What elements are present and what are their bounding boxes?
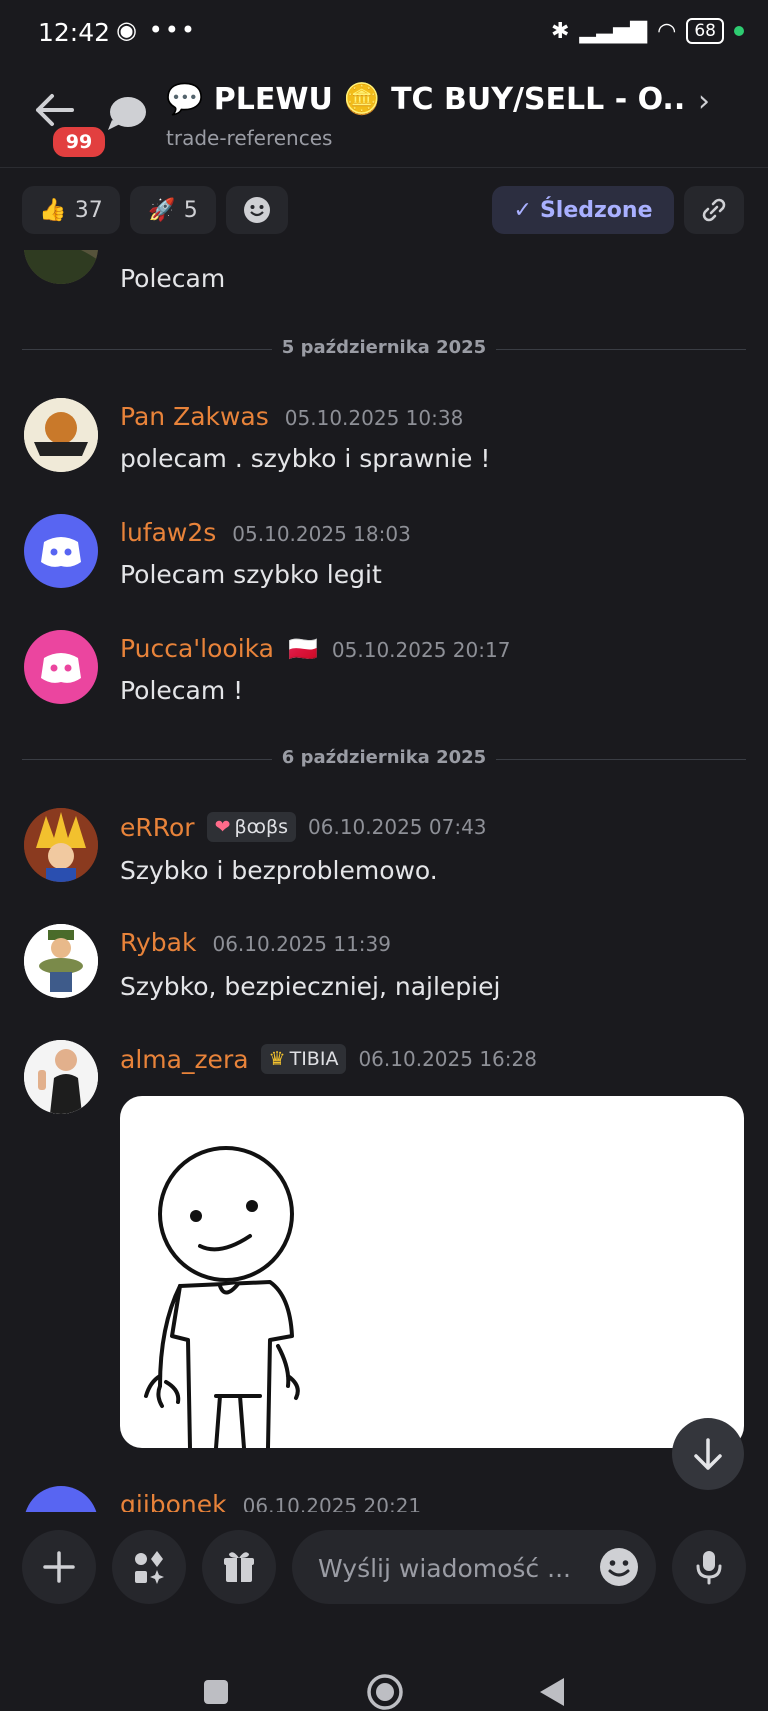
apps-button[interactable] (112, 1530, 186, 1604)
microphone-icon (696, 1551, 722, 1585)
date-separator: 6 października 2025 (0, 747, 768, 768)
arrow-down-icon (694, 1438, 722, 1470)
username[interactable]: Pan Zakwas (120, 402, 269, 431)
gift-icon (224, 1552, 254, 1582)
crown-icon: ♛ (268, 1048, 286, 1070)
channel-subtitle: trade-references (166, 126, 333, 150)
avatar[interactable] (24, 808, 98, 882)
message-header: gjibonek 06.10.2025 20:21 (120, 1490, 421, 1512)
date-separator-label: 6 października 2025 (271, 747, 497, 768)
username[interactable]: Rybak (120, 928, 196, 957)
avatar[interactable] (24, 514, 98, 588)
avatar[interactable] (24, 924, 98, 998)
avatar[interactable] (24, 398, 98, 472)
timestamp: 06.10.2025 16:28 (358, 1047, 537, 1071)
discord-logo-icon (41, 537, 81, 567)
heart-icon: ❤ (214, 816, 231, 838)
message-input[interactable] (316, 1548, 590, 1588)
server-tag-label: TIBIA (289, 1048, 339, 1070)
home-icon[interactable] (366, 1673, 404, 1711)
reaction-emoji: 👍 (39, 197, 67, 223)
message-text: polecam . szybko i sprawnie ! (120, 444, 491, 473)
voice-message-button[interactable] (672, 1530, 746, 1604)
server-tag-label: βꝏβs (234, 816, 289, 838)
date-separator: 5 października 2025 (0, 337, 768, 358)
status-right: ✱ ▂▃▅▇ ◠ 68 (551, 18, 744, 44)
thread-bubble-icon (108, 97, 146, 130)
wifi-icon: ◠ (657, 18, 677, 44)
status-time: 12:42 (38, 18, 111, 47)
message-text: Szybko, bezpieczniej, najlepiej (120, 972, 501, 1001)
emoji-picker-icon[interactable] (598, 1546, 640, 1588)
username[interactable]: gjibonek (120, 1490, 227, 1512)
privacy-dot (734, 26, 744, 36)
signal-icon: ▂▃▅▇ (579, 18, 648, 44)
avatar[interactable] (24, 1486, 98, 1512)
messenger-icon: ◉ (116, 16, 139, 44)
avatar[interactable] (24, 630, 98, 704)
avatar[interactable] (24, 1040, 98, 1114)
avatar[interactable] (24, 250, 98, 284)
timestamp: 06.10.2025 20:21 (242, 1494, 422, 1512)
timestamp: 06.10.2025 07:43 (308, 815, 487, 839)
attach-button[interactable] (22, 1530, 96, 1604)
chevron-right-icon[interactable]: › (698, 84, 710, 119)
header-divider (0, 167, 768, 168)
recent-apps-icon[interactable] (204, 1680, 228, 1704)
scroll-to-bottom-button[interactable] (672, 1418, 744, 1490)
stick-figure-drawing (144, 1146, 300, 1448)
plus-icon (43, 1551, 75, 1583)
message-input-box[interactable] (292, 1530, 656, 1604)
server-tag[interactable]: ❤ βꝏβs (206, 812, 297, 842)
reaction-thumbs-up[interactable]: 👍 37 (22, 186, 120, 234)
add-reaction-button[interactable] (226, 186, 288, 234)
username[interactable]: Pucca'looika (120, 634, 274, 663)
timestamp: 05.10.2025 18:03 (232, 522, 411, 546)
server-tag[interactable]: ♛ TIBIA (260, 1044, 347, 1074)
follow-button[interactable]: ✓ Śledzone (492, 186, 674, 234)
message-header: lufaw2s 05.10.2025 18:03 (120, 518, 411, 547)
timestamp: 06.10.2025 11:39 (212, 932, 391, 956)
battery-indicator: 68 (686, 18, 724, 44)
reaction-emoji: 🚀 (148, 197, 176, 223)
message-header: alma_zera ♛ TIBIA 06.10.2025 16:28 (120, 1044, 537, 1074)
message-header: Pan Zakwas 05.10.2025 10:38 (120, 402, 463, 431)
follow-label: Śledzone (539, 197, 653, 223)
emoji-smile-icon (244, 197, 270, 223)
timestamp: 05.10.2025 20:17 (331, 638, 511, 662)
image-attachment[interactable] (120, 1096, 744, 1448)
more-icon: ••• (148, 16, 198, 44)
username[interactable]: eRRor (120, 813, 195, 842)
message-text: Polecam ! (120, 676, 244, 705)
message-text: Szybko i bezproblemowo. (120, 856, 438, 885)
message-text: Polecam szybko legit (120, 560, 382, 589)
status-left-icons: ◉ ••• (116, 16, 197, 44)
discord-logo-icon (41, 653, 81, 683)
message-header: Rybak 06.10.2025 11:39 (120, 928, 391, 957)
apps-icon (135, 1551, 164, 1584)
reaction-count: 37 (74, 197, 103, 223)
link-icon (702, 198, 726, 222)
copy-link-button[interactable] (684, 186, 744, 234)
channel-title[interactable]: 💬 PLEWU 🪙 TC BUY/SELL - O... (166, 82, 686, 117)
reaction-count: 5 (183, 197, 198, 223)
flag-icon: 🇵🇱 (288, 635, 318, 663)
unread-badge: 99 (50, 124, 108, 160)
check-icon: ✓ (513, 197, 532, 223)
reaction-rocket[interactable]: 🚀 5 (130, 186, 216, 234)
timestamp: 05.10.2025 10:38 (284, 406, 464, 430)
username[interactable]: alma_zera (120, 1045, 249, 1074)
bluetooth-icon: ✱ (551, 18, 570, 44)
username[interactable]: lufaw2s (120, 518, 216, 547)
gift-button[interactable] (202, 1530, 276, 1604)
nav-back-icon[interactable] (536, 1676, 566, 1708)
date-separator-label: 5 października 2025 (271, 337, 497, 358)
message-header: Pucca'looika 🇵🇱 05.10.2025 20:17 (120, 634, 510, 663)
message-text: Polecam (120, 264, 226, 293)
message-header: eRRor ❤ βꝏβs 06.10.2025 07:43 (120, 812, 487, 842)
